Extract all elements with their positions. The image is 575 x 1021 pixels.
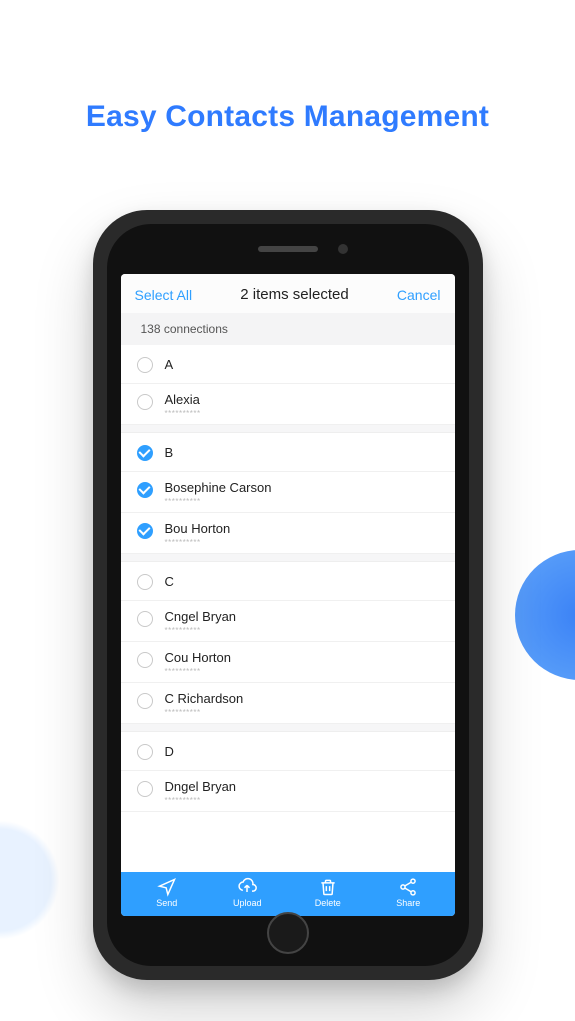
radio-icon[interactable] <box>137 574 153 590</box>
contact-row[interactable]: Bosephine Carson ********** <box>121 472 455 513</box>
send-button[interactable]: Send <box>127 878 208 908</box>
contact-name: Bosephine Carson <box>165 480 439 495</box>
camera-dot <box>338 244 348 254</box>
contact-row[interactable]: Bou Horton ********** <box>121 513 455 554</box>
decorative-blob <box>515 550 575 680</box>
section-header-b[interactable]: B <box>121 433 455 472</box>
section-divider <box>121 554 455 562</box>
upload-label: Upload <box>233 898 262 908</box>
section-letter: D <box>165 744 439 759</box>
contact-row[interactable]: Cou Horton ********** <box>121 642 455 683</box>
section-letter: A <box>165 357 439 372</box>
share-label: Share <box>396 898 420 908</box>
section-header-c[interactable]: C <box>121 562 455 601</box>
contact-name: C Richardson <box>165 691 439 706</box>
nav-bar: Select All 2 items selected Cancel <box>121 274 455 313</box>
contact-name: Cou Horton <box>165 650 439 665</box>
contact-detail-masked: ********** <box>165 667 439 676</box>
upload-icon <box>237 878 257 896</box>
contact-detail-masked: ********** <box>165 497 439 506</box>
send-label: Send <box>156 898 177 908</box>
contact-row[interactable]: Cngel Bryan ********** <box>121 601 455 642</box>
contact-detail-masked: ********** <box>165 538 439 547</box>
upload-button[interactable]: Upload <box>207 878 288 908</box>
share-button[interactable]: Share <box>368 878 449 908</box>
speaker <box>258 246 318 252</box>
radio-icon[interactable] <box>137 394 153 410</box>
contact-detail-masked: ********** <box>165 708 439 717</box>
radio-checked-icon[interactable] <box>137 523 153 539</box>
contact-name: Cngel Bryan <box>165 609 439 624</box>
section-divider <box>121 724 455 732</box>
cancel-button[interactable]: Cancel <box>397 287 441 303</box>
contact-name: Dngel Bryan <box>165 779 439 794</box>
select-all-button[interactable]: Select All <box>135 287 193 303</box>
radio-icon[interactable] <box>137 611 153 627</box>
trash-icon <box>318 878 338 896</box>
page-title: Easy Contacts Management <box>0 100 575 134</box>
send-icon <box>157 878 177 896</box>
radio-checked-icon[interactable] <box>137 445 153 461</box>
connections-count: 138 connections <box>121 313 455 345</box>
contact-detail-masked: ********** <box>165 796 439 805</box>
radio-icon[interactable] <box>137 693 153 709</box>
phone-inner: Select All 2 items selected Cancel 138 c… <box>107 224 469 966</box>
contact-row[interactable]: Alexia ********** <box>121 384 455 425</box>
contact-name: Bou Horton <box>165 521 439 536</box>
share-icon <box>398 878 418 896</box>
phone-frame: Select All 2 items selected Cancel 138 c… <box>93 210 483 980</box>
app-screen: Select All 2 items selected Cancel 138 c… <box>121 274 455 916</box>
selection-count: 2 items selected <box>240 286 348 303</box>
contact-detail-masked: ********** <box>165 626 439 635</box>
delete-button[interactable]: Delete <box>288 878 369 908</box>
home-button[interactable] <box>267 912 309 954</box>
radio-icon[interactable] <box>137 652 153 668</box>
delete-label: Delete <box>315 898 341 908</box>
section-letter: C <box>165 574 439 589</box>
contacts-list[interactable]: A Alexia ********** B <box>121 345 455 872</box>
radio-icon[interactable] <box>137 357 153 373</box>
radio-checked-icon[interactable] <box>137 482 153 498</box>
contact-name: Alexia <box>165 392 439 407</box>
contact-row[interactable]: Dngel Bryan ********** <box>121 771 455 812</box>
bottom-toolbar: Send Upload Delete <box>121 872 455 916</box>
radio-icon[interactable] <box>137 744 153 760</box>
section-divider <box>121 425 455 433</box>
section-header-d[interactable]: D <box>121 732 455 771</box>
decorative-blob <box>0 820 60 940</box>
section-letter: B <box>165 445 439 460</box>
contact-detail-masked: ********** <box>165 409 439 418</box>
contact-row[interactable]: C Richardson ********** <box>121 683 455 724</box>
radio-icon[interactable] <box>137 781 153 797</box>
section-header-a[interactable]: A <box>121 345 455 384</box>
